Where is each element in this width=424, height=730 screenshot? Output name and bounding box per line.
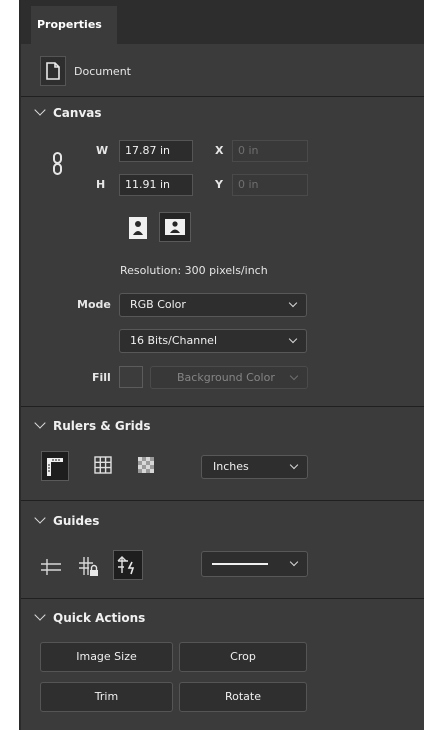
mode-label: Mode	[77, 298, 111, 311]
guides-icon[interactable]	[39, 557, 63, 577]
pixel-grid-icon[interactable]	[136, 455, 156, 475]
section-rulers-header[interactable]: Rulers & Grids	[34, 417, 151, 433]
chevron-down-icon	[34, 609, 46, 621]
section-canvas-header[interactable]: Canvas	[34, 104, 102, 120]
chevron-down-icon	[289, 460, 299, 470]
section-quick-actions-header[interactable]: Quick Actions	[34, 609, 146, 625]
fill-select[interactable]: Background Color	[150, 366, 308, 389]
canvas-header-label: Canvas	[53, 106, 102, 120]
image-size-button[interactable]: Image Size	[40, 642, 173, 672]
bit-depth-value: 16 Bits/Channel	[130, 334, 218, 347]
divider-rulers	[21, 500, 424, 501]
chevron-down-icon	[288, 334, 298, 344]
fill-label: Fill	[92, 371, 111, 384]
y-label: Y	[215, 178, 223, 191]
rotate-button[interactable]: Rotate	[179, 682, 307, 712]
ruler-units-value: Inches	[213, 460, 249, 473]
quick-actions-header-label: Quick Actions	[53, 611, 146, 625]
divider-guides	[21, 598, 424, 599]
chevron-down-icon	[34, 417, 46, 429]
link-dimensions-icon[interactable]	[50, 150, 66, 178]
panel-tab-bar: Properties	[21, 0, 424, 44]
crop-button[interactable]: Crop	[179, 642, 307, 672]
color-mode-value: RGB Color	[130, 298, 186, 311]
resolution-text: Resolution: 300 pixels/inch	[120, 264, 268, 277]
y-field[interactable]: 0 in	[232, 174, 308, 196]
properties-panel: Properties Document Canvas W 17.87 in X …	[21, 0, 424, 730]
guides-header-label: Guides	[53, 514, 100, 528]
fill-value: Background Color	[177, 371, 275, 384]
x-field[interactable]: 0 in	[232, 140, 308, 162]
chevron-down-icon	[34, 512, 46, 524]
width-field[interactable]: 17.87 in	[119, 140, 193, 162]
document-label: Document	[74, 65, 131, 78]
height-field[interactable]: 11.91 in	[119, 174, 193, 196]
document-icon	[40, 56, 66, 86]
height-label: H	[96, 178, 106, 191]
color-mode-select[interactable]: RGB Color	[119, 293, 307, 317]
chevron-down-icon	[289, 557, 299, 567]
portrait-orientation-icon[interactable]	[127, 215, 149, 241]
section-guides-header[interactable]: Guides	[34, 512, 100, 528]
fill-color-swatch[interactable]	[119, 366, 143, 388]
smart-guides-icon[interactable]	[113, 550, 143, 580]
guide-style-select[interactable]	[201, 551, 308, 577]
bit-depth-select[interactable]: 16 Bits/Channel	[119, 329, 307, 353]
chevron-down-icon	[288, 298, 298, 308]
divider-document	[21, 96, 424, 97]
trim-button[interactable]: Trim	[40, 682, 173, 712]
ruler-icon[interactable]	[41, 451, 69, 481]
ruler-units-select[interactable]: Inches	[201, 455, 308, 479]
chevron-down-icon	[289, 371, 299, 381]
landscape-orientation-icon[interactable]	[159, 212, 191, 242]
rulers-header-label: Rulers & Grids	[53, 419, 151, 433]
left-edge-strip	[0, 0, 21, 730]
divider-canvas	[21, 406, 424, 407]
tab-properties[interactable]: Properties	[31, 6, 117, 44]
chevron-down-icon	[34, 104, 46, 116]
grid-icon[interactable]	[93, 455, 113, 475]
guide-line-style-swatch	[212, 563, 268, 565]
x-label: X	[215, 144, 224, 157]
width-label: W	[96, 144, 109, 157]
lock-guides-icon[interactable]	[77, 555, 101, 579]
